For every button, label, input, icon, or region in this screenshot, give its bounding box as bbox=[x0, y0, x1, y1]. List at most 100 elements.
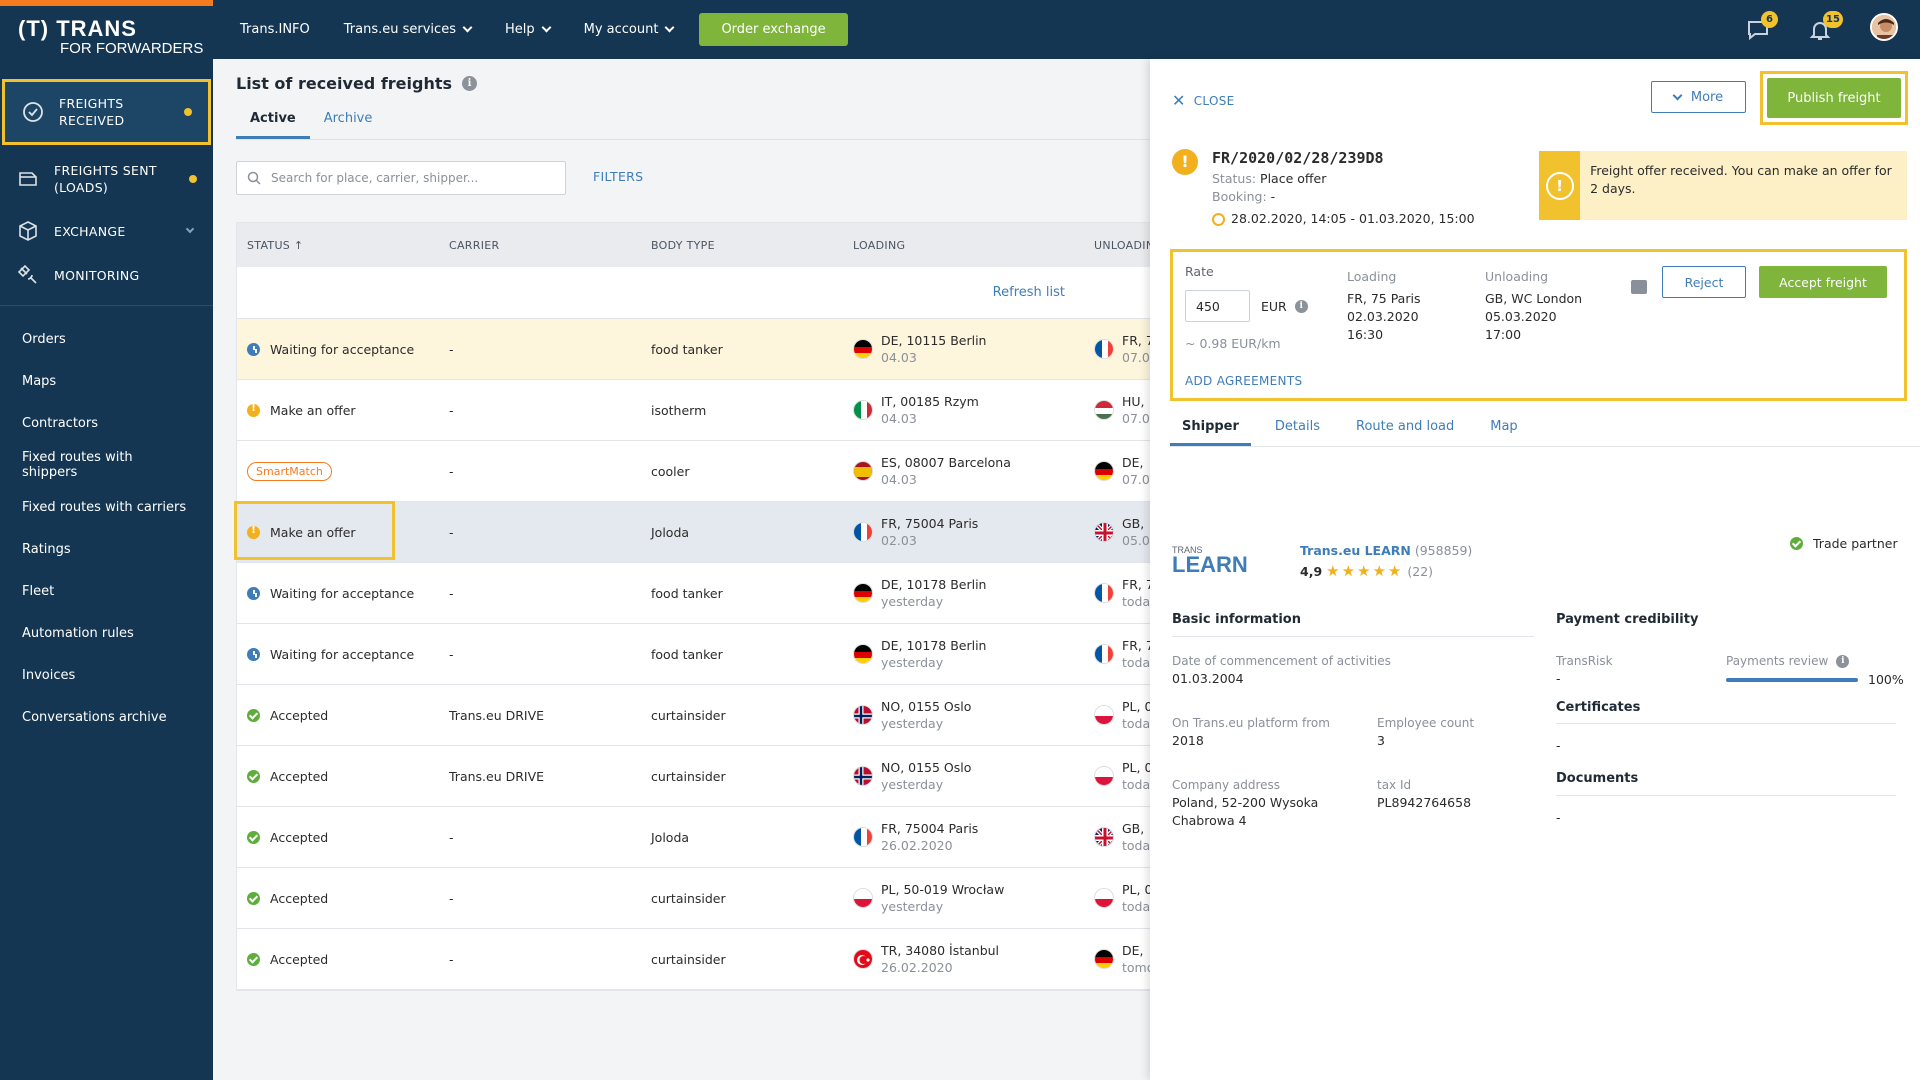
status-cell: SmartMatch bbox=[247, 441, 332, 501]
sidebar-item-fixed-routes-shippers[interactable]: Fixed routes with shippers bbox=[0, 444, 213, 486]
flag-pl-icon bbox=[1094, 888, 1114, 908]
nav-help[interactable]: Help bbox=[505, 22, 552, 37]
table-row[interactable]: SmartMatch - cooler ES, 08007 Barcelona 0… bbox=[237, 441, 1235, 502]
flag-pl-icon bbox=[1094, 766, 1114, 786]
sidebar-item-ratings[interactable]: Ratings bbox=[0, 528, 213, 570]
column-status[interactable]: STATUS ↑ bbox=[247, 239, 303, 252]
sidebar-item-label: FREIGHTS SENT (LOADS) bbox=[54, 163, 157, 195]
trans-logo[interactable]: (T) TRANS FOR FORWARDERS bbox=[18, 18, 203, 57]
sidebar-item-fixed-routes-carriers[interactable]: Fixed routes with carriers bbox=[0, 486, 213, 528]
loading-date: yesterday bbox=[881, 655, 944, 670]
reject-button[interactable]: Reject bbox=[1662, 266, 1746, 298]
status-text: Accepted bbox=[270, 768, 329, 784]
smartmatch-badge: SmartMatch bbox=[247, 461, 332, 481]
loading-date: 04.03 bbox=[881, 350, 917, 365]
status-label: Status: bbox=[1212, 171, 1257, 186]
loading-cell: NO, 0155 Oslo yesterday bbox=[853, 685, 971, 745]
sidebar-item-exchange[interactable]: EXCHANGE bbox=[0, 209, 213, 253]
table-body: Waiting for acceptance - food tanker DE,… bbox=[237, 319, 1235, 990]
freight-time: 28.02.2020, 14:05 - 01.03.2020, 15:00 bbox=[1212, 210, 1475, 228]
unloading-place: GB, bbox=[1122, 516, 1145, 531]
table-row[interactable]: Accepted - curtainsider TR, 34080 İstanb… bbox=[237, 929, 1235, 990]
info-icon[interactable]: i bbox=[462, 76, 478, 91]
loading-cell: PL, 50-019 Wrocław yesterday bbox=[853, 868, 1004, 928]
notifications-button[interactable]: 15 bbox=[1808, 11, 1843, 42]
flag-fr-icon bbox=[1094, 339, 1114, 359]
status-cell: Waiting for acceptance bbox=[247, 563, 414, 623]
sidebar-item-freights-received[interactable]: FREIGHTS RECEIVED bbox=[2, 79, 211, 145]
warning-icon: ! bbox=[1172, 149, 1198, 175]
sidebar-item-monitoring[interactable]: MONITORING bbox=[0, 253, 213, 297]
flag-de-icon bbox=[1094, 461, 1114, 481]
sidebar-item-conversations-archive[interactable]: Conversations archive bbox=[0, 696, 213, 738]
freight-id: FR/2020/02/28/239D8 bbox=[1212, 149, 1384, 167]
table-row[interactable]: Make an offer - Joloda FR, 75004 Paris 02… bbox=[237, 502, 1235, 563]
sidebar-item-maps[interactable]: Maps bbox=[0, 360, 213, 402]
column-loading[interactable]: LOADING bbox=[853, 239, 905, 252]
sidebar-item-freights-sent[interactable]: FREIGHTS SENT (LOADS) bbox=[0, 149, 213, 209]
carrier-cell: - bbox=[449, 463, 454, 479]
close-button[interactable]: ✕ CLOSE bbox=[1172, 93, 1235, 109]
table-row[interactable]: Waiting for acceptance - food tanker DE,… bbox=[237, 319, 1235, 380]
add-agreements-link[interactable]: ADD AGREEMENTS bbox=[1185, 374, 1302, 388]
freight-detail-panel: ✕ CLOSE More Publish freight ! FR/2020/02… bbox=[1150, 59, 1920, 1080]
close-icon: ✕ bbox=[1172, 91, 1186, 110]
loading-cell: TR, 34080 İstanbul 26.02.2020 bbox=[853, 929, 999, 989]
comment-icon[interactable] bbox=[1631, 280, 1647, 294]
body-type-cell: Joloda bbox=[651, 524, 690, 540]
messages-button[interactable]: 6 bbox=[1746, 11, 1778, 42]
carrier-cell: - bbox=[449, 585, 454, 601]
section-divider bbox=[1556, 723, 1896, 724]
status-cell: Waiting for acceptance bbox=[247, 319, 414, 379]
publish-freight-button[interactable]: Publish freight bbox=[1767, 78, 1901, 118]
filters-button[interactable]: FILTERS bbox=[593, 169, 643, 184]
carrier-cell: - bbox=[449, 341, 454, 357]
rate-input[interactable]: 450 bbox=[1185, 290, 1250, 322]
table-row[interactable]: Accepted - Joloda FR, 75004 Paris 26.02.2… bbox=[237, 807, 1235, 868]
unloading-place: FR, 7 bbox=[1122, 333, 1154, 348]
nav-trans-services[interactable]: Trans.eu services bbox=[344, 22, 473, 37]
tab-shipper[interactable]: Shipper bbox=[1170, 419, 1251, 446]
commencement-value: 01.03.2004 bbox=[1172, 671, 1244, 686]
user-avatar[interactable] bbox=[1870, 13, 1898, 41]
sidebar-item-contractors[interactable]: Contractors bbox=[0, 402, 213, 444]
tab-archive[interactable]: Archive bbox=[310, 111, 387, 139]
flag-gb-icon bbox=[1094, 827, 1114, 847]
tab-details[interactable]: Details bbox=[1263, 419, 1332, 446]
column-carrier[interactable]: CARRIER bbox=[449, 239, 499, 252]
shipper-name-link[interactable]: Trans.eu LEARN bbox=[1300, 543, 1411, 558]
more-button[interactable]: More bbox=[1651, 81, 1746, 113]
accept-freight-button[interactable]: Accept freight bbox=[1759, 266, 1887, 298]
notice-text: Freight offer received. You can make an … bbox=[1590, 163, 1892, 196]
unloading-place: DE, bbox=[1122, 455, 1144, 470]
order-exchange-button[interactable]: Order exchange bbox=[699, 13, 848, 46]
sidebar-item-fleet[interactable]: Fleet bbox=[0, 570, 213, 612]
tab-route-and-load[interactable]: Route and load bbox=[1344, 419, 1466, 446]
table-row[interactable]: Make an offer - isotherm IT, 00185 Rzym 0… bbox=[237, 380, 1235, 441]
unloading-place: PL, 0 bbox=[1122, 699, 1153, 714]
certificates-title: Certificates bbox=[1556, 700, 1641, 715]
sidebar-item-orders[interactable]: Orders bbox=[0, 318, 213, 360]
tab-active[interactable]: Active bbox=[236, 111, 310, 139]
search-input[interactable]: Search for place, carrier, shipper... bbox=[236, 161, 566, 195]
column-body-type[interactable]: BODY TYPE bbox=[651, 239, 715, 252]
table-row[interactable]: Accepted - curtainsider PL, 50-019 Wrocł… bbox=[237, 868, 1235, 929]
sidebar-item-invoices[interactable]: Invoices bbox=[0, 654, 213, 696]
table-row[interactable]: Accepted Trans.eu DRIVE curtainsider NO,… bbox=[237, 685, 1235, 746]
info-icon[interactable]: i bbox=[1294, 300, 1308, 313]
loading-label: Loading bbox=[1347, 269, 1397, 284]
table-row[interactable]: Waiting for acceptance - food tanker DE,… bbox=[237, 563, 1235, 624]
info-icon[interactable]: i bbox=[1836, 654, 1850, 668]
loading-date: 26.02.2020 bbox=[881, 838, 953, 853]
loading-date: yesterday bbox=[881, 594, 944, 609]
body-type-cell: food tanker bbox=[651, 646, 723, 662]
status-text: Make an offer bbox=[270, 524, 356, 540]
nav-my-account[interactable]: My account bbox=[584, 22, 675, 37]
table-row[interactable]: Accepted Trans.eu DRIVE curtainsider NO,… bbox=[237, 746, 1235, 807]
sidebar-item-label: MONITORING bbox=[54, 267, 140, 283]
table-row[interactable]: Waiting for acceptance - food tanker DE,… bbox=[237, 624, 1235, 685]
nav-trans-info[interactable]: Trans.INFO bbox=[240, 22, 310, 37]
refresh-list-link[interactable]: Refresh list bbox=[237, 267, 1235, 319]
sidebar-item-automation-rules[interactable]: Automation rules bbox=[0, 612, 213, 654]
tab-map[interactable]: Map bbox=[1478, 419, 1529, 446]
